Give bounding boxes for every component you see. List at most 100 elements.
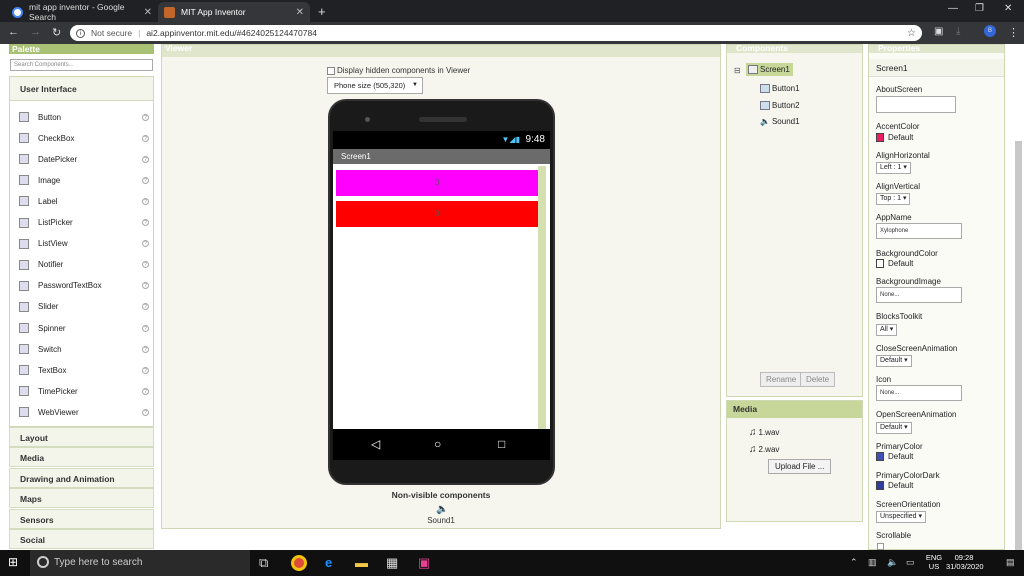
help-icon[interactable]: ? <box>142 176 149 184</box>
star-icon[interactable]: ☆ <box>907 28 916 39</box>
extension-icon[interactable]: ▣ <box>934 26 943 37</box>
new-tab-button[interactable]: + <box>318 4 326 19</box>
help-icon[interactable]: ? <box>142 219 149 226</box>
help-icon[interactable]: ? <box>142 113 149 121</box>
close-tab-icon[interactable]: ✕ <box>296 7 304 18</box>
help-icon[interactable]: ? <box>142 134 149 142</box>
align-vertical-select[interactable]: Top : 1 ▾ <box>876 193 911 205</box>
rename-button[interactable]: Rename <box>760 372 803 387</box>
palette-item-timepicker[interactable]: TimePicker? <box>19 384 149 398</box>
palette-item-label[interactable]: Label? <box>19 194 149 208</box>
palette-item-spinner[interactable]: Spinner? <box>19 321 149 335</box>
help-icon[interactable]: ? <box>142 324 149 332</box>
align-horizontal-select[interactable]: Left : 1 ▾ <box>876 162 911 174</box>
palette-item-passwordtextbox[interactable]: PasswordTextBox? <box>19 279 149 293</box>
button2[interactable]: 0 <box>336 201 538 227</box>
taskbar-search-box[interactable]: Type here to search <box>30 550 250 576</box>
chrome-icon[interactable] <box>291 555 307 571</box>
icon-input[interactable]: None... <box>876 385 962 401</box>
help-icon[interactable]: ? <box>142 197 149 205</box>
store-icon[interactable]: ▦ <box>386 555 398 571</box>
background-color-picker[interactable]: Default <box>876 259 913 268</box>
file-explorer-icon[interactable]: ▬ <box>355 555 368 570</box>
palette-item-image[interactable]: Image? <box>19 173 149 187</box>
palette-category-drawing-and-animation[interactable]: Drawing and Animation <box>9 467 154 488</box>
windows-start-icon[interactable]: ⊞ <box>8 556 22 570</box>
palette-item-notifier[interactable]: Notifier? <box>19 258 149 272</box>
upload-file-button[interactable]: Upload File ... <box>768 459 832 474</box>
properties-scrollbar[interactable] <box>1015 141 1022 550</box>
help-icon[interactable]: ? <box>142 366 149 374</box>
palette-item-checkbox[interactable]: CheckBox? <box>19 131 149 145</box>
tab-google-search[interactable]: mit app inventor - Google Search ✕ <box>6 2 158 22</box>
profile-avatar[interactable]: B <box>984 25 996 37</box>
download-icon[interactable]: ⤓ <box>956 26 960 37</box>
battery-icon[interactable]: ▭ <box>906 557 915 568</box>
open-animation-select[interactable]: Default ▾ <box>876 422 912 434</box>
background-image-input[interactable]: None... <box>876 287 962 303</box>
maximize-icon[interactable]: ❐ <box>975 3 984 14</box>
palette-category-media[interactable]: Media <box>9 447 154 468</box>
delete-button[interactable]: Delete <box>800 372 836 387</box>
palette-category-social[interactable]: Social <box>9 529 154 549</box>
close-animation-select[interactable]: Default ▾ <box>876 355 912 367</box>
tray-arrow-icon[interactable]: ⌃ <box>850 557 858 568</box>
help-icon[interactable]: ? <box>142 408 149 416</box>
palette-category-sensors[interactable]: Sensors <box>9 508 154 529</box>
tree-button2[interactable]: Button2 <box>760 101 800 110</box>
edge-icon[interactable]: e <box>325 555 332 570</box>
help-icon[interactable]: ? <box>142 303 149 311</box>
palette-item-listpicker[interactable]: ListPicker? <box>19 216 149 230</box>
palette-item-button[interactable]: Button? <box>19 110 149 124</box>
notification-icon[interactable]: ▤ <box>1006 557 1015 568</box>
taskbar-clock[interactable]: 09:28 31/03/2020 <box>946 553 984 571</box>
info-icon[interactable]: i <box>76 28 85 38</box>
language-indicator[interactable]: ENG US <box>925 553 943 571</box>
help-icon[interactable]: ? <box>142 155 149 163</box>
menu-icon[interactable]: ⋮ <box>1008 26 1019 39</box>
about-screen-textarea[interactable] <box>876 96 956 113</box>
checkbox-icon[interactable] <box>327 66 335 75</box>
tree-screen1[interactable]: Screen1 <box>746 63 793 76</box>
help-icon[interactable]: ? <box>142 387 149 395</box>
reload-icon[interactable]: ↻ <box>52 26 61 39</box>
blocks-toolkit-select[interactable]: All ▾ <box>876 324 898 336</box>
help-icon[interactable]: ? <box>142 345 149 353</box>
minimize-icon[interactable]: — <box>948 3 958 14</box>
app-name-input[interactable]: Xylophone <box>876 223 962 239</box>
task-view-icon[interactable]: ⧉ <box>259 555 268 571</box>
canvas-scrollbar[interactable] <box>538 166 546 429</box>
palette-item-textbox[interactable]: TextBox? <box>19 363 149 377</box>
tab-app-inventor[interactable]: MIT App Inventor ✕ <box>158 2 310 22</box>
media-file-2[interactable]: ♫ 2.wav <box>749 444 779 455</box>
back-icon[interactable]: ← <box>8 26 19 38</box>
scrollable-checkbox[interactable] <box>877 543 884 550</box>
palette-category-layout[interactable]: Layout <box>9 427 154 447</box>
palette-item-slider[interactable]: Slider? <box>19 300 149 314</box>
palette-item-switch[interactable]: Switch? <box>19 342 149 356</box>
url-field[interactable]: i Not secure | ai2.appinventor.mit.edu/#… <box>70 25 922 41</box>
speaker-icon[interactable]: 🔈 <box>436 504 448 515</box>
help-icon[interactable]: ? <box>142 240 149 248</box>
user-interface-header[interactable]: User Interface <box>10 77 153 101</box>
forward-icon[interactable]: → <box>30 26 41 38</box>
volume-icon[interactable]: 🔈 <box>887 557 898 568</box>
palette-category-maps[interactable]: Maps <box>9 488 154 509</box>
close-tab-icon[interactable]: ✕ <box>144 7 152 18</box>
phone-size-select[interactable]: Phone size (505,320) ▼ <box>327 77 423 94</box>
collapse-icon[interactable]: ⊟ <box>734 66 741 75</box>
button1[interactable]: 0 <box>336 170 538 196</box>
search-components-input[interactable]: Search Components... <box>10 59 153 71</box>
close-window-icon[interactable]: ✕ <box>1004 3 1012 14</box>
palette-item-datepicker[interactable]: DatePicker? <box>19 152 149 166</box>
help-icon[interactable]: ? <box>142 261 149 269</box>
primary-color-picker[interactable]: Default <box>876 452 913 461</box>
tree-button1[interactable]: Button1 <box>760 84 800 93</box>
help-icon[interactable]: ? <box>142 282 149 290</box>
media-file-1[interactable]: ♫ 1.wav <box>749 427 779 438</box>
app-icon[interactable]: ▣ <box>418 555 430 571</box>
palette-item-listview[interactable]: ListView? <box>19 237 149 251</box>
tree-sound1[interactable]: 🔈 Sound1 <box>760 117 800 126</box>
palette-item-webviewer[interactable]: WebViewer? <box>19 405 149 419</box>
network-icon[interactable]: ▥ <box>868 557 877 568</box>
